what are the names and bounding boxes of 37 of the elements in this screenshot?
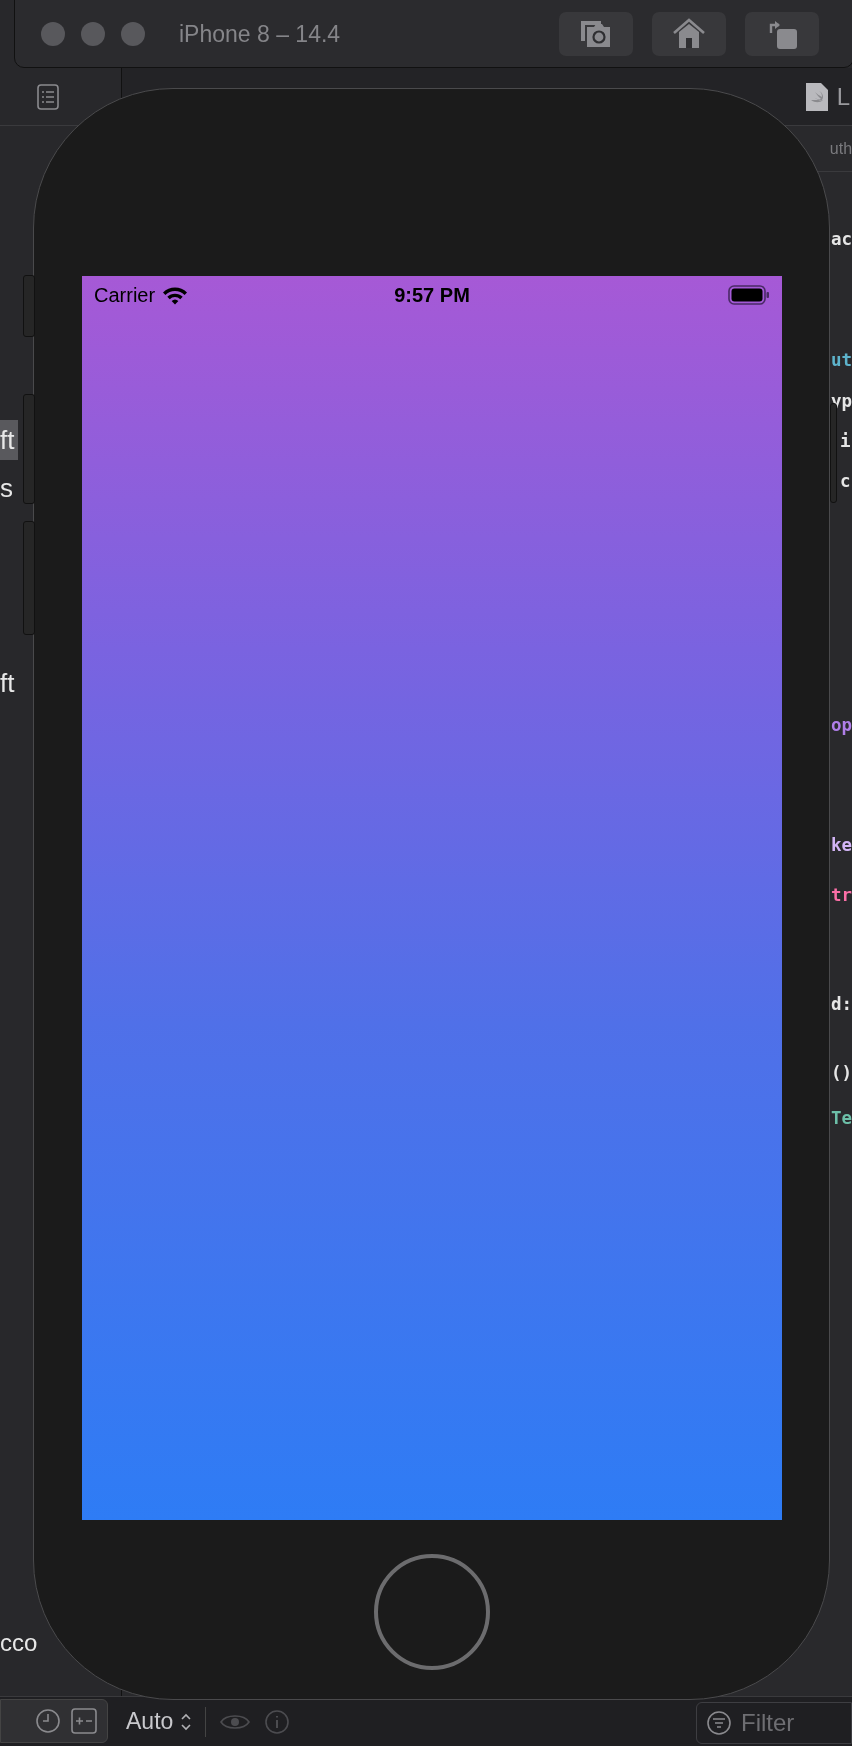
close-button[interactable] [41, 22, 65, 46]
code-line: c [840, 470, 851, 493]
carrier-label: Carrier [94, 283, 156, 307]
window-title: iPhone 8 – 14.4 [179, 20, 341, 48]
code-line: op [831, 714, 852, 737]
rotate-button[interactable] [745, 12, 819, 56]
battery-icon [728, 285, 770, 305]
list-icon[interactable] [37, 83, 59, 110]
filter-icon [706, 1710, 732, 1736]
code-line: () [831, 1062, 852, 1085]
code-line: ac [831, 228, 852, 251]
navigator-item[interactable]: ft [0, 420, 19, 460]
editor-tab[interactable]: L [836, 82, 852, 111]
clock-icon[interactable] [35, 1708, 61, 1734]
code-line: ke [831, 834, 852, 857]
plus-minus-icon[interactable] [71, 1708, 97, 1734]
screenshot-button[interactable] [559, 12, 633, 56]
updown-chevron-icon [181, 1712, 192, 1731]
wifi-icon [162, 285, 189, 305]
info-icon[interactable] [264, 1708, 291, 1735]
home-icon [672, 18, 706, 50]
home-button[interactable] [652, 12, 726, 56]
navigator-item[interactable]: cco [0, 1628, 38, 1658]
code-line: i [840, 430, 851, 453]
auto-selector[interactable]: Auto [126, 1708, 192, 1735]
clock-time: 9:57 PM [394, 283, 470, 307]
swift-file-icon [804, 81, 829, 112]
code-line: Te [831, 1107, 852, 1130]
code-line: ut [831, 349, 852, 372]
code-line: d: [831, 993, 852, 1016]
minimize-button[interactable] [81, 22, 105, 46]
code-line: tr [831, 884, 852, 907]
navigator-item[interactable]: ft [0, 663, 19, 703]
navigator-item[interactable]: s [0, 468, 17, 508]
zoom-button[interactable] [121, 22, 145, 46]
home-button[interactable] [373, 1554, 490, 1670]
filter-field[interactable]: Filter [696, 1702, 852, 1744]
